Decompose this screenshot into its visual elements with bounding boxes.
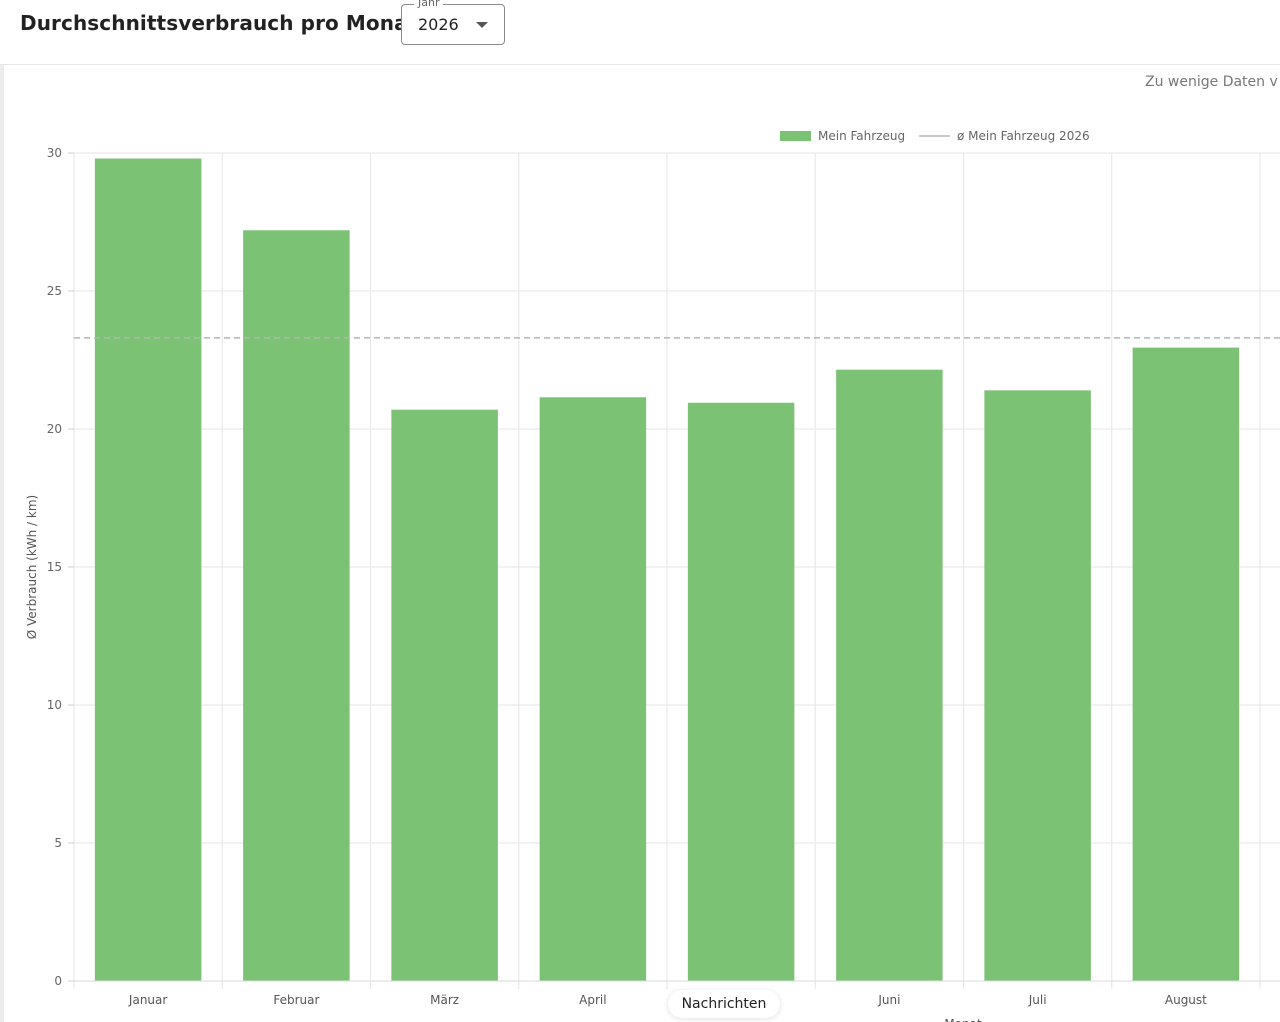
y-tick-label: 10 — [47, 698, 62, 712]
y-tick-label: 15 — [47, 560, 62, 574]
bar-6 — [984, 390, 1091, 981]
x-tick-label: Juni — [877, 993, 900, 1007]
legend-label-bar: Mein Fahrzeug — [818, 129, 905, 143]
bar-5 — [836, 369, 943, 981]
consumption-chart: 0 5 10 15 20 25 30 Ø Verbrauch (kWh / km) Janua… — [25, 129, 1280, 1022]
y-tick-label: 30 — [47, 146, 62, 160]
bar-3 — [539, 397, 647, 981]
legend-label-line: ø Mein Fahrzeug 2026 — [957, 129, 1090, 143]
bar-2 — [391, 409, 498, 981]
y-tick-label: 20 — [47, 422, 62, 436]
bar-0 — [94, 158, 202, 981]
x-tick-label: August — [1165, 993, 1207, 1007]
bar-4 — [687, 402, 795, 981]
chart-legend: Mein Fahrzeug ø Mein Fahrzeug 2026 — [780, 129, 1090, 143]
x-tick-label: April — [579, 993, 606, 1007]
y-axis-title: Ø Verbrauch (kWh / km) — [25, 495, 39, 639]
x-axis-title: Monat — [944, 1017, 982, 1022]
x-tick-label: März — [430, 993, 459, 1007]
legend-swatch-bar — [780, 131, 811, 141]
x-tick-label: Januar — [128, 993, 167, 1007]
bar-1 — [243, 230, 350, 981]
y-tick-label: 5 — [54, 836, 62, 850]
x-tick-label: Februar — [273, 993, 319, 1007]
bar-7 — [1132, 347, 1240, 982]
messages-button[interactable]: Nachrichten — [668, 990, 780, 1018]
y-tick-label: 25 — [47, 284, 62, 298]
x-tick-label: Juli — [1028, 993, 1047, 1007]
y-tick-label: 0 — [54, 974, 62, 988]
chart-y-axis: 0 5 10 15 20 25 30 Ø Verbrauch (kWh / km) — [25, 146, 74, 988]
